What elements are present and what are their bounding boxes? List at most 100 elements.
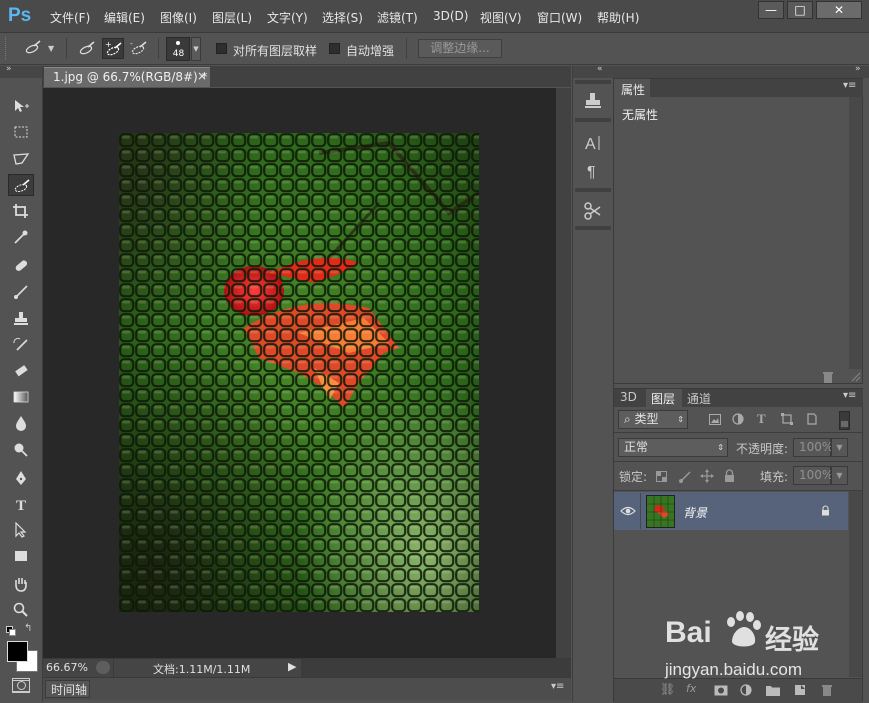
close-button[interactable]: ✕ [816,1,862,19]
eye-icon[interactable] [620,505,636,517]
menu-image[interactable]: 图像(I) [160,9,197,26]
eraser-tool[interactable] [8,360,34,382]
expand-icon[interactable]: » [6,64,12,74]
lock-transparent-pixels-icon[interactable] [656,471,667,482]
fill-input[interactable]: 100% [793,466,833,485]
status-info-icon[interactable] [96,661,110,674]
rectangle-tool[interactable] [8,545,34,567]
lock-all-icon[interactable] [724,469,735,482]
smart-object-filter-icon[interactable] [806,413,818,425]
menu-edit[interactable]: 编辑(E) [104,9,145,26]
crop-tool[interactable] [8,200,34,222]
adjustment-filter-icon[interactable] [732,413,744,425]
trash-icon[interactable] [822,371,834,383]
menu-filter[interactable]: 滤镜(T) [377,9,418,26]
add-to-selection-button[interactable]: + [102,38,124,59]
layer-name[interactable]: 背景 [683,504,707,521]
menu-window[interactable]: 窗口(W) [537,9,582,26]
panel-menu-icon[interactable]: ▾≡ [843,80,856,91]
menu-3d[interactable]: 3D(D) [433,9,468,23]
menu-type[interactable]: 文字(Y) [267,9,308,26]
new-layer-icon[interactable] [794,684,806,696]
grip-handle[interactable] [5,37,9,60]
clone-source-button[interactable] [582,90,604,112]
tool-preset-picker[interactable] [22,38,44,59]
adjustment-layer-icon[interactable] [740,684,752,696]
delete-layer-icon[interactable] [821,684,833,696]
close-tab-icon[interactable]: × [197,69,207,83]
brush-tool[interactable] [8,281,34,303]
zoom-level[interactable]: 66.67% [46,661,88,674]
paragraph-panel-button[interactable]: ¶ [582,160,604,182]
quick-selection-tool[interactable] [8,174,34,196]
link-layers-icon[interactable]: ⛓ [660,682,675,696]
collapse-icon[interactable]: « [597,64,603,74]
foreground-color-swatch[interactable] [7,641,28,662]
panel-menu-icon[interactable]: ▾≡ [843,390,856,401]
collapsed-panel-dock: « A ¶ [572,64,614,702]
filter-toggle-switch[interactable] [839,411,850,430]
vertical-scrollbar[interactable] [556,88,571,658]
new-selection-button[interactable] [76,38,98,59]
expand-icon[interactable]: » [855,64,861,74]
layer-filter-select[interactable]: ⌕ 类型 ⇕ [618,410,688,429]
properties-scrollbar[interactable] [849,97,862,369]
status-menu-arrow-icon[interactable]: ▶ [288,660,296,673]
chevron-down-icon[interactable]: ▼ [831,466,848,485]
history-brush-icon [13,337,28,351]
menu-file[interactable]: 文件(F) [50,9,90,26]
watermark-brand-cn: 经验 [765,625,819,656]
resize-grip-icon[interactable] [851,372,861,382]
tool-presets-button[interactable] [582,200,604,222]
document-image[interactable] [119,133,479,612]
panel-menu-icon[interactable]: ▾≡ [551,681,564,692]
marquee-tool[interactable] [8,121,34,143]
eyedropper-tool[interactable] [8,226,34,248]
default-colors-icon[interactable] [6,626,16,636]
tab-layers-label[interactable]: 图层 [651,390,675,407]
menu-help[interactable]: 帮助(H) [597,9,639,26]
tab-3d[interactable]: 3D [620,390,637,404]
opacity-input[interactable]: 100% [793,438,833,457]
tab-channels[interactable]: 通道 [687,390,711,407]
type-tool[interactable]: T [8,493,34,515]
folder-icon[interactable] [766,684,780,696]
chevron-down-icon[interactable]: ▼ [48,44,54,53]
svg-text:T: T [16,498,26,512]
hand-tool[interactable] [8,573,34,595]
brush-size-picker[interactable]: 48 [166,37,190,61]
zoom-tool[interactable] [8,599,34,621]
dodge-tool[interactable] [8,439,34,461]
character-panel-button[interactable]: A [582,132,604,154]
menu-view[interactable]: 视图(V) [480,9,522,26]
healing-brush-tool[interactable] [8,255,34,277]
menu-select[interactable]: 选择(S) [322,9,363,26]
lock-position-icon[interactable] [700,469,714,483]
path-selection-tool[interactable] [8,519,34,541]
horizontal-scrollbar[interactable] [301,659,571,677]
type-filter-icon[interactable]: T [757,411,766,427]
history-brush-tool[interactable] [8,334,34,356]
minimize-button[interactable]: — [758,1,784,19]
move-tool[interactable] [8,95,34,117]
add-mask-icon[interactable] [714,685,728,696]
chevron-down-icon[interactable]: ▼ [831,438,848,457]
blend-mode-select[interactable]: 正常 ⇕ [618,438,728,457]
screen-mode-button[interactable] [12,680,30,693]
pen-tool[interactable] [8,467,34,489]
menu-layer[interactable]: 图层(L) [212,9,252,26]
sample-all-layers-checkbox[interactable] [216,43,227,54]
clone-stamp-tool[interactable] [8,308,34,330]
shape-filter-icon[interactable] [781,413,793,425]
subtract-from-selection-button[interactable]: - [128,38,150,59]
lasso-tool[interactable] [8,148,34,170]
image-filter-icon[interactable] [709,414,721,425]
gradient-tool[interactable] [8,386,34,408]
lock-image-pixels-icon[interactable] [678,470,692,483]
auto-enhance-checkbox[interactable] [329,43,340,54]
refine-edge-button[interactable]: 调整边缘... [418,39,502,58]
blur-tool[interactable] [8,412,34,434]
chevron-down-icon[interactable]: ▼ [191,37,201,61]
maximize-button[interactable]: □ [787,1,813,19]
swap-colors-icon[interactable]: ↰ [24,623,32,634]
